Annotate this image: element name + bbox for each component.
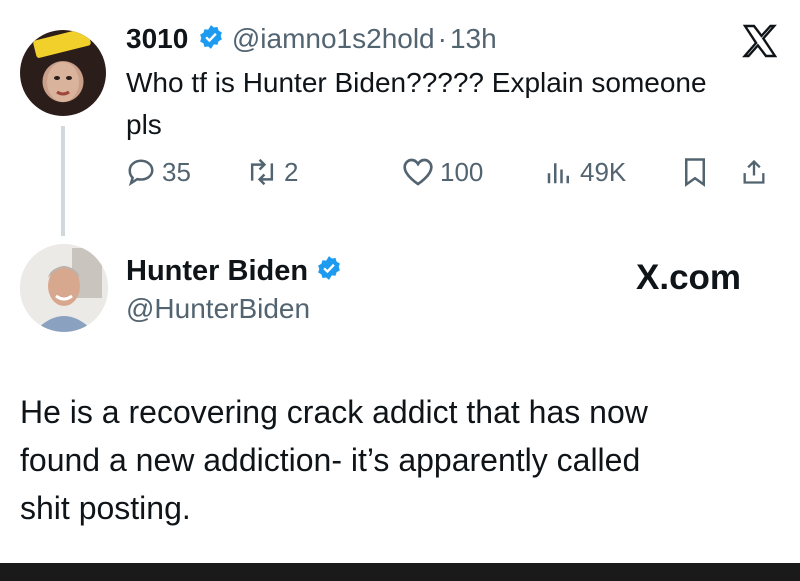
reply-count: 35: [162, 156, 191, 187]
share-button[interactable]: [740, 157, 768, 187]
views-button[interactable]: 49K: [544, 157, 626, 188]
views-icon: [547, 163, 569, 184]
views-count: 49K: [580, 156, 627, 187]
x-logo-icon[interactable]: [742, 24, 778, 63]
source-text: X.com: [636, 258, 742, 297]
bottom-bar: [0, 563, 800, 581]
tweet-header: 3010 @iamno1s2hold · 13h: [126, 22, 497, 58]
author-handle[interactable]: @iamno1s2hold: [232, 23, 435, 54]
like-icon: [403, 158, 433, 186]
verified-badge-icon: [316, 255, 342, 289]
separator: ·: [437, 23, 447, 54]
share-icon: [743, 159, 765, 184]
reply-text-line-3: shit posting.: [20, 490, 191, 526]
verified-badge-icon: [198, 24, 224, 58]
bookmark-icon: [685, 158, 705, 187]
reply-button[interactable]: 35: [126, 157, 191, 188]
retweet-button[interactable]: 2: [246, 157, 298, 188]
thread-connector: [61, 126, 65, 236]
reply-author-name[interactable]: Hunter Biden: [126, 255, 308, 287]
retweet-count: 2: [284, 156, 299, 187]
tweet-actions: 35 2 100 49K: [126, 152, 786, 192]
reply-author-handle[interactable]: @HunterBiden: [126, 292, 310, 326]
reply-author: Hunter Biden: [126, 254, 342, 289]
reply-text-line-2: found a new addiction- it’s apparently c…: [20, 442, 641, 478]
like-count: 100: [440, 156, 484, 187]
author-name[interactable]: 3010: [126, 23, 188, 54]
like-button[interactable]: 100: [402, 157, 483, 188]
tweet-text-line-2: pls: [126, 109, 162, 140]
tweet-text: Who tf is Hunter Biden????? Explain some…: [126, 62, 707, 146]
source-label: X.com: [636, 258, 741, 298]
reply-text-line-1: He is a recovering crack addict that has…: [20, 394, 648, 430]
avatar-3010[interactable]: [20, 30, 106, 116]
tweet-text-line-1: Who tf is Hunter Biden????? Explain some…: [126, 67, 707, 98]
retweet-icon: [250, 158, 274, 186]
avatar-hunter-biden[interactable]: [20, 244, 108, 332]
bookmark-button[interactable]: [682, 157, 708, 187]
reply-icon: [128, 159, 154, 187]
reply-text: He is a recovering crack addict that has…: [20, 388, 648, 532]
tweet-time[interactable]: 13h: [450, 23, 497, 54]
